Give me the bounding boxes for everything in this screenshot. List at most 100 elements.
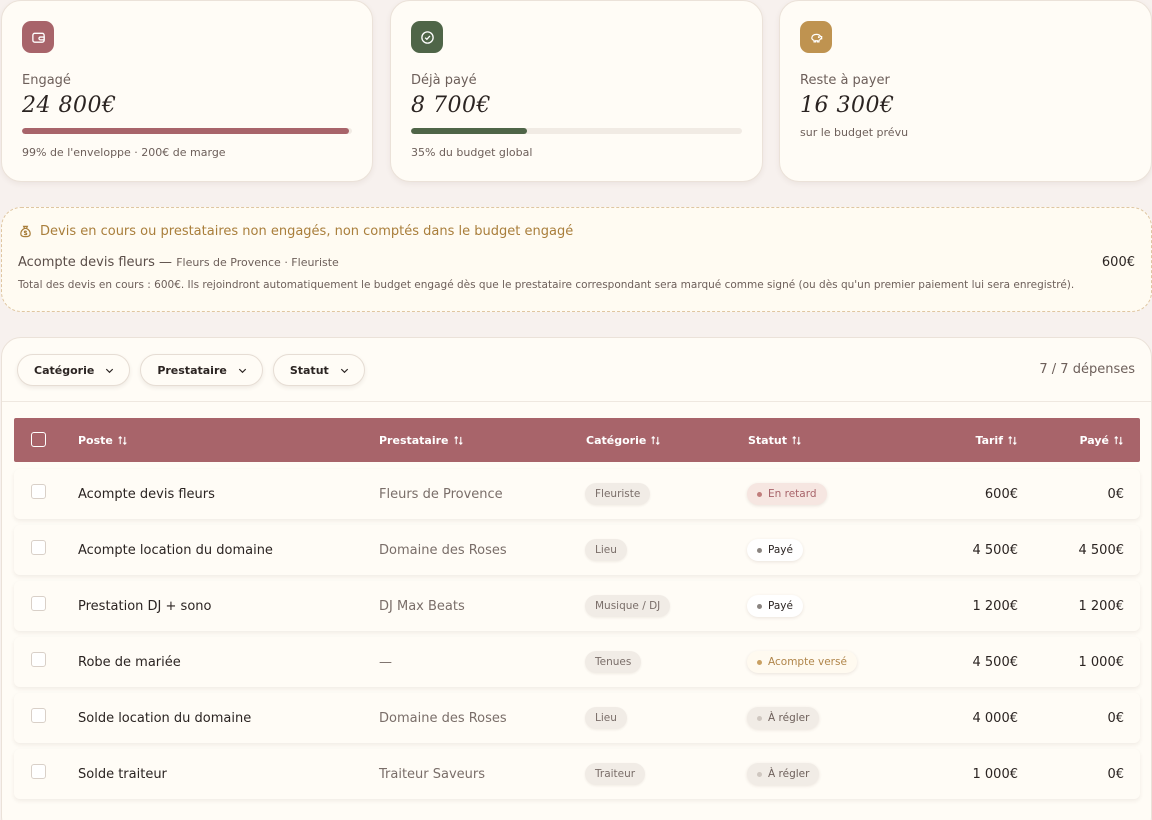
row-paye: 1 000€ bbox=[1078, 654, 1125, 670]
card-label: Reste à payer bbox=[800, 73, 890, 88]
progress-bar bbox=[22, 128, 352, 134]
card-note: sur le budget prévu bbox=[800, 126, 909, 139]
status-dot bbox=[757, 771, 762, 777]
engaged-card: Engagé 24 800€ 99% de l'enveloppe · 200€… bbox=[1, 0, 373, 182]
row-statut: À régler bbox=[747, 749, 820, 799]
filter-category-button[interactable]: Catégorie bbox=[17, 354, 131, 386]
row-paye: 0€ bbox=[1107, 710, 1124, 726]
chevron-down-icon bbox=[106, 368, 114, 373]
chevron-down-icon bbox=[340, 368, 348, 373]
row-checkbox[interactable] bbox=[31, 596, 46, 611]
pending-header: Devis en cours ou prestataires non engag… bbox=[18, 224, 1135, 239]
filter-label: Statut bbox=[289, 363, 329, 377]
status-label: À régler bbox=[768, 768, 810, 780]
row-statut: À régler bbox=[747, 693, 820, 743]
select-all-checkbox[interactable] bbox=[31, 432, 46, 447]
status-label: Acompte versé bbox=[768, 656, 847, 668]
column-label: Catégorie bbox=[586, 433, 647, 447]
row-checkbox[interactable] bbox=[31, 484, 46, 499]
chevron-down-icon bbox=[238, 368, 246, 373]
status-badge[interactable]: Payé bbox=[747, 539, 803, 561]
card-value: 24 800€ bbox=[22, 93, 117, 118]
status-badge[interactable]: À régler bbox=[747, 763, 820, 785]
expenses-panel: Catégorie Prestataire Statut 7 / 7 dépen… bbox=[1, 337, 1152, 820]
column-categorie[interactable]: Catégorie bbox=[586, 418, 661, 462]
row-statut: Acompte versé bbox=[747, 637, 857, 687]
row-tarif: 1 000€ bbox=[972, 766, 1019, 782]
filter-vendor-button[interactable]: Prestataire bbox=[140, 354, 263, 386]
table-row[interactable]: Acompte devis fleurs Fleurs de Provence Fl… bbox=[14, 469, 1140, 519]
row-categorie: Tenues bbox=[585, 637, 642, 687]
table-row[interactable]: Solde traiteur Traiteur Saveurs Traiteur À … bbox=[14, 749, 1140, 799]
row-paye: 0€ bbox=[1107, 486, 1124, 502]
category-tag: Fleuriste bbox=[585, 483, 651, 505]
column-label: Statut bbox=[748, 433, 787, 447]
row-categorie: Lieu bbox=[585, 693, 627, 743]
row-poste: Acompte devis fleurs bbox=[78, 486, 215, 502]
row-tarif: 4 500€ bbox=[972, 542, 1019, 558]
card-value: 16 300€ bbox=[800, 93, 895, 118]
status-badge[interactable]: Payé bbox=[747, 595, 803, 617]
column-tarif[interactable]: Tarif bbox=[976, 418, 1019, 462]
row-poste: Prestation DJ + sono bbox=[78, 598, 212, 614]
sort-icon bbox=[1114, 435, 1123, 445]
column-paye[interactable]: Payé bbox=[1080, 418, 1124, 462]
pending-title: Devis en cours ou prestataires non engag… bbox=[40, 224, 574, 239]
wallet-icon bbox=[22, 21, 54, 53]
filter-bar: Catégorie Prestataire Statut bbox=[17, 354, 365, 386]
row-poste: Acompte location du domaine bbox=[78, 542, 273, 558]
row-checkbox[interactable] bbox=[31, 764, 46, 779]
table-row[interactable]: Robe de mariée — Tenues Acompte versé 4 500€… bbox=[14, 637, 1140, 687]
table-row[interactable]: Acompte location du domaine Domaine des R… bbox=[14, 525, 1140, 575]
row-tarif: 1 200€ bbox=[972, 598, 1019, 614]
pending-item-details: Fleurs de Provence · Fleuriste bbox=[176, 256, 339, 269]
row-statut: Payé bbox=[747, 525, 803, 575]
status-dot bbox=[757, 715, 762, 721]
category-tag: Lieu bbox=[585, 707, 627, 729]
pending-quotes-box: Devis en cours ou prestataires non engag… bbox=[1, 207, 1152, 312]
column-label: Poste bbox=[78, 433, 113, 447]
status-dot bbox=[757, 491, 762, 497]
column-statut[interactable]: Statut bbox=[748, 418, 802, 462]
row-statut: Payé bbox=[747, 581, 803, 631]
sort-icon bbox=[651, 435, 661, 445]
status-badge[interactable]: À régler bbox=[747, 707, 820, 729]
row-paye: 0€ bbox=[1107, 766, 1124, 782]
category-tag: Tenues bbox=[585, 651, 642, 673]
pending-item-separator: — bbox=[154, 255, 177, 270]
filter-label: Prestataire bbox=[157, 363, 227, 377]
row-checkbox[interactable] bbox=[31, 652, 46, 667]
table-row[interactable]: Prestation DJ + sono DJ Max Beats Musique … bbox=[14, 581, 1140, 631]
status-badge[interactable]: En retard bbox=[747, 483, 827, 505]
status-label: En retard bbox=[768, 488, 817, 500]
status-dot bbox=[757, 659, 762, 665]
sort-icon bbox=[453, 435, 463, 445]
row-poste: Solde traiteur bbox=[78, 766, 167, 782]
category-tag: Traiteur bbox=[585, 763, 646, 785]
status-dot bbox=[757, 547, 762, 553]
column-prestataire[interactable]: Prestataire bbox=[379, 418, 464, 462]
expense-count: 7 / 7 dépenses bbox=[1039, 362, 1135, 377]
column-label: Payé bbox=[1079, 433, 1109, 447]
filter-status-button[interactable]: Statut bbox=[272, 354, 365, 386]
status-label: À régler bbox=[768, 712, 810, 724]
row-categorie: Fleuriste bbox=[585, 469, 651, 519]
status-label: Payé bbox=[768, 600, 793, 612]
sort-icon bbox=[1008, 435, 1017, 445]
table-header: Poste Prestataire Catégorie Statut Tarif… bbox=[14, 418, 1140, 462]
money-bag-icon bbox=[20, 225, 31, 238]
status-badge[interactable]: Acompte versé bbox=[747, 651, 857, 673]
row-statut: En retard bbox=[747, 469, 827, 519]
card-note: 99% de l'enveloppe · 200€ de marge bbox=[22, 146, 226, 159]
progress-fill bbox=[411, 128, 527, 134]
row-paye: 4 500€ bbox=[1078, 542, 1125, 558]
progress-bar bbox=[411, 128, 742, 134]
sort-icon bbox=[118, 435, 127, 445]
row-checkbox[interactable] bbox=[31, 540, 46, 555]
row-categorie: Musique / DJ bbox=[585, 581, 671, 631]
row-categorie: Traiteur bbox=[585, 749, 646, 799]
pending-total-text: Total des devis en cours : 600€. Ils rej… bbox=[18, 279, 1075, 291]
column-poste[interactable]: Poste bbox=[78, 418, 128, 462]
table-row[interactable]: Solde location du domaine Domaine des Ros… bbox=[14, 693, 1140, 743]
row-checkbox[interactable] bbox=[31, 708, 46, 723]
